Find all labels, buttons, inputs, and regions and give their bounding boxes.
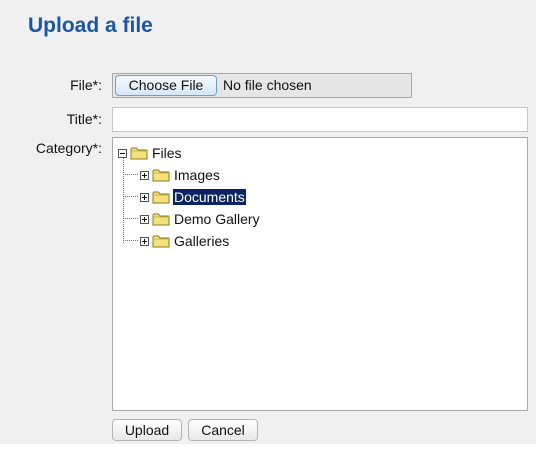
file-label: File*: [70, 77, 102, 93]
tree-connector-demo-gallery [123, 218, 138, 219]
folder-icon [152, 234, 170, 248]
expand-toggle-icon[interactable] [140, 170, 149, 180]
page-title: Upload a file [28, 14, 153, 37]
folder-icon [152, 168, 170, 182]
tree-connector-vertical [123, 156, 124, 243]
tree-node-label[interactable]: Images [173, 167, 221, 183]
category-label: Category*: [35, 140, 102, 156]
folder-icon [152, 212, 170, 226]
tree-node-demo-gallery[interactable]: Demo Gallery [140, 209, 261, 229]
folder-icon [130, 146, 148, 160]
tree-node-label[interactable]: Files [151, 145, 183, 161]
tree-connector-galleries [123, 240, 138, 241]
folder-icon [152, 190, 170, 204]
title-label: Title*: [66, 111, 102, 127]
tree-node-label-selected[interactable]: Documents [173, 189, 246, 205]
cancel-button[interactable]: Cancel [188, 419, 258, 441]
tree-connector-images [123, 174, 138, 175]
expand-toggle-icon[interactable] [140, 192, 149, 202]
tree-node-label[interactable]: Galleries [173, 233, 230, 249]
category-tree[interactable]: Files Images Documents Demo Gallery Gall… [112, 137, 528, 411]
expand-toggle-icon[interactable] [140, 214, 149, 224]
choose-file-button[interactable]: Choose File [115, 75, 217, 96]
tree-connector-documents [123, 196, 138, 197]
tree-node-files[interactable]: Files [118, 143, 183, 163]
tree-node-documents[interactable]: Documents [140, 187, 246, 207]
title-input[interactable] [112, 107, 528, 132]
tree-node-images[interactable]: Images [140, 165, 221, 185]
tree-node-galleries[interactable]: Galleries [140, 231, 230, 251]
file-input[interactable]: Choose File No file chosen [112, 73, 412, 98]
expand-toggle-icon[interactable] [140, 236, 149, 246]
no-file-chosen-text: No file chosen [223, 77, 312, 93]
tree-node-label[interactable]: Demo Gallery [173, 211, 261, 227]
upload-panel: Upload a file File*: Choose File No file… [0, 0, 536, 444]
collapse-toggle-icon[interactable] [118, 148, 127, 158]
upload-button[interactable]: Upload [112, 419, 182, 441]
